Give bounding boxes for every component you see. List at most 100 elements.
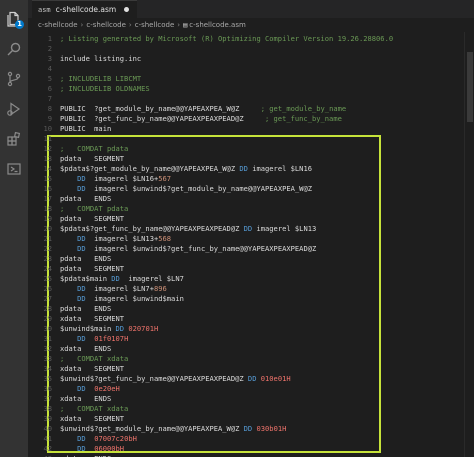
code-token: DD [115,324,125,333]
code-line[interactable]: 26 DD imagerel $LN7+896 [28,284,448,294]
line-number: 7 [47,94,52,103]
code-line[interactable]: 37 xdata ENDS [28,394,448,404]
code-line[interactable]: 35 $unwind$?get_func_by_name@@YAPEAXPEAXP… [28,374,448,384]
code-line[interactable]: 11 [28,134,448,144]
code-line[interactable]: 8 PUBLIC ?get_module_by_name@@YAPEAXPEA_W… [28,104,448,114]
code-token: ; Listing generated by Microsoft (R) Opt… [60,34,394,43]
code-line[interactable]: 41 DD 07007c20bH [28,434,448,444]
code-line[interactable]: 21 DD imagerel $LN13+568 [28,234,448,244]
line-number: 12 [43,144,52,153]
line-number: 24 [43,264,52,273]
line-number: 9 [47,114,52,123]
code-token: $unwind$?get_func_by_name@@YAPEAXPEAXPEA… [60,374,248,383]
code-token: PUBLIC main [60,124,112,133]
breadcrumb-item[interactable]: c-shellcode.asm [189,21,246,29]
code-line[interactable]: 14 $pdata$?get_module_by_name@@YAPEAXPEA_… [28,164,448,174]
code-line[interactable]: 16 DD imagerel $unwind$?get_module_by_na… [28,184,448,194]
run-debug-icon[interactable] [0,94,28,124]
code-token: ; COMDAT xdata [60,354,129,363]
line-number: 36 [43,384,52,393]
code-token: xdata SEGMENT [60,314,125,323]
tab-c-shellcode-asm[interactable]: asm c-shellcode.asm [32,0,138,18]
breadcrumb-item[interactable]: c-shellcode [135,21,175,29]
code-line[interactable]: 2 [28,44,448,54]
line-number: 26 [43,284,52,293]
remote-explorer-icon[interactable] [0,154,28,184]
code-text: pdata ENDS [60,254,111,264]
code-token: DD [77,284,86,293]
code-line[interactable]: 40 $unwind$?get_module_by_name@@YAPEAXPEA… [28,424,448,434]
line-number: 38 [43,404,52,413]
code-line[interactable]: 32 xdata ENDS [28,344,448,354]
code-line[interactable]: 29 xdata SEGMENT [28,314,448,324]
code-token: DD [77,234,86,243]
code-line[interactable]: 15 DD imagerel $LN16+567 [28,174,448,184]
code-line[interactable]: 39 xdata SEGMENT [28,414,448,424]
code-line[interactable]: 36 DD 0e20eH [28,384,448,394]
code-line[interactable]: 25 $pdata$main DD imagerel $LN7 [28,274,448,284]
code-text: $unwind$?get_func_by_name@@YAPEAXPEAXPEA… [60,374,291,384]
code-line[interactable]: 17 pdata ENDS [28,194,448,204]
code-text: $pdata$?get_module_by_name@@YAPEAXPEA_W@… [60,164,312,174]
code-token: $pdata$?get_module_by_name@@YAPEAXPEA_W@… [60,164,240,173]
line-number: 13 [43,154,52,163]
scrollbar-thumb[interactable] [467,52,473,122]
code-text: $pdata$main DD imagerel $LN7 [60,274,184,284]
code-line[interactable]: 42 DD 06000bH [28,444,448,454]
code-line[interactable]: 10 PUBLIC main [28,124,448,134]
code-token: imagerel $unwind$?get_func_by_name@@YAPE… [85,244,317,253]
code-line[interactable]: 30 $unwind$main DD 020701H [28,324,448,334]
code-line[interactable]: 27 DD imagerel $unwind$main [28,294,448,304]
editor-tab-strip: asm c-shellcode.asm [28,0,474,18]
code-text: DD imagerel $LN7+896 [60,284,167,294]
code-text: ; Listing generated by Microsoft (R) Opt… [60,34,393,44]
code-token: xdata SEGMENT [60,414,125,423]
code-line[interactable]: 31 DD 01f0107H [28,334,448,344]
code-line[interactable]: 38 ; COMDAT xdata [28,404,448,414]
editor-scrollbar[interactable] [464,32,474,457]
code-token: 07007c20bH [94,434,137,443]
breadcrumb-item[interactable]: c-shellcode [86,21,126,29]
code-line[interactable]: 22 DD imagerel $unwind$?get_func_by_name… [28,244,448,254]
search-icon[interactable] [0,34,28,64]
code-line[interactable]: 4 [28,64,448,74]
code-line[interactable]: 19 pdata SEGMENT [28,214,448,224]
code-line[interactable]: 5 ; INCLUDELIB LIBCMT [28,74,448,84]
code-line[interactable]: 9 PUBLIC ?get_func_by_name@@YAPEAXPEAXPEA… [28,114,448,124]
code-token: $pdata$main [60,274,112,283]
code-line[interactable]: 1 ; Listing generated by Microsoft (R) Op… [28,34,448,44]
code-line[interactable]: 3 include listing.inc [28,54,448,64]
code-token: pdata ENDS [60,254,112,263]
line-number: 16 [43,184,52,193]
code-text: xdata SEGMENT [60,364,124,374]
code-line[interactable]: 33 ; COMDAT xdata [28,354,448,364]
code-line[interactable]: 24 pdata SEGMENT [28,264,448,274]
line-number: 21 [43,234,52,243]
extensions-icon[interactable] [0,124,28,154]
line-number: 34 [43,364,52,373]
breadcrumb-item[interactable]: c-shellcode [38,21,78,29]
explorer-icon[interactable]: 1 [0,4,28,34]
line-number: 17 [43,194,52,203]
breadcrumb: c-shellcode › c-shellcode › c-shellcode … [28,18,474,32]
code-line[interactable]: 18 ; COMDAT pdata [28,204,448,214]
source-control-icon[interactable] [0,64,28,94]
code-line[interactable]: 34 xdata SEGMENT [28,364,448,374]
code-line[interactable]: 6 ; INCLUDELIB OLDNAMES [28,84,448,94]
line-number: 39 [43,414,52,423]
code-line[interactable]: 20 $pdata$?get_func_by_name@@YAPEAXPEAXPE… [28,224,448,234]
code-line[interactable]: 28 pdata ENDS [28,304,448,314]
line-number: 37 [43,394,52,403]
code-line[interactable]: 13 pdata SEGMENT [28,154,448,164]
code-line[interactable]: 7 [28,94,448,104]
line-number: 8 [47,104,52,113]
code-text: DD 01f0107H [60,334,128,344]
code-text: ; COMDAT pdata [60,144,128,154]
code-line[interactable]: 23 pdata ENDS [28,254,448,264]
unsaved-dot-icon[interactable] [124,7,130,12]
code-editor[interactable]: 1 ; Listing generated by Microsoft (R) Op… [28,32,474,457]
code-text: pdata ENDS [60,304,111,314]
code-line[interactable]: 12 ; COMDAT pdata [28,144,448,154]
code-token: $unwind$main [60,324,116,333]
